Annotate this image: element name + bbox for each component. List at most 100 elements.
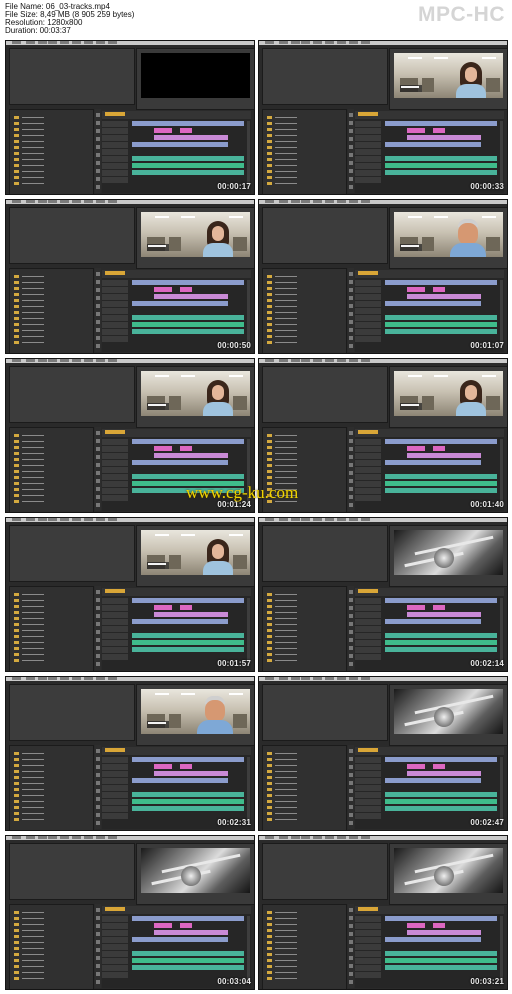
tool-icon[interactable] bbox=[349, 932, 353, 936]
tool-icon[interactable] bbox=[349, 312, 353, 316]
track-header[interactable] bbox=[102, 287, 128, 293]
menu-item[interactable] bbox=[84, 359, 93, 362]
menu-item[interactable] bbox=[361, 41, 370, 44]
project-item[interactable] bbox=[14, 923, 84, 926]
menu-item[interactable] bbox=[84, 677, 93, 680]
track-header[interactable] bbox=[102, 626, 128, 632]
timeline-scrollbar[interactable] bbox=[500, 121, 503, 187]
project-item[interactable] bbox=[267, 923, 337, 926]
tool-icon[interactable] bbox=[96, 765, 100, 769]
track-header[interactable] bbox=[102, 170, 128, 176]
project-item[interactable] bbox=[14, 128, 84, 131]
timeline-scrollbar[interactable] bbox=[500, 598, 503, 664]
graphics-clip[interactable] bbox=[154, 453, 228, 458]
project-item[interactable] bbox=[14, 917, 84, 920]
project-item[interactable] bbox=[267, 800, 337, 803]
tool-icon[interactable] bbox=[349, 924, 353, 928]
tool-icon[interactable] bbox=[96, 749, 100, 753]
menu-item[interactable] bbox=[26, 200, 35, 203]
video-clip[interactable] bbox=[132, 301, 228, 306]
track-header[interactable] bbox=[355, 619, 381, 625]
project-item[interactable] bbox=[14, 935, 84, 938]
track-header[interactable] bbox=[102, 598, 128, 604]
tool-icon[interactable] bbox=[96, 336, 100, 340]
video-clip[interactable] bbox=[132, 778, 228, 783]
track-header[interactable] bbox=[355, 930, 381, 936]
tool-icon[interactable] bbox=[96, 654, 100, 658]
project-item[interactable] bbox=[267, 605, 337, 608]
track-header[interactable] bbox=[102, 764, 128, 770]
menu-item[interactable] bbox=[265, 41, 274, 44]
project-item[interactable] bbox=[14, 629, 84, 632]
timeline-ruler[interactable] bbox=[102, 588, 251, 596]
track-header[interactable] bbox=[102, 757, 128, 763]
menu-item[interactable] bbox=[325, 518, 334, 521]
title-clip[interactable] bbox=[407, 128, 425, 133]
project-item[interactable] bbox=[267, 812, 337, 815]
graphics-clip[interactable] bbox=[154, 294, 228, 299]
video-clip[interactable] bbox=[385, 757, 497, 762]
video-thumbnail[interactable]: 00:03:04 bbox=[5, 835, 255, 990]
video-clip[interactable] bbox=[132, 460, 228, 465]
tool-icon[interactable] bbox=[96, 296, 100, 300]
tool-icon[interactable] bbox=[349, 129, 353, 133]
timeline-ruler[interactable] bbox=[355, 747, 504, 755]
audio-clip[interactable] bbox=[385, 799, 497, 804]
menu-item[interactable] bbox=[96, 677, 105, 680]
project-item[interactable] bbox=[267, 659, 337, 662]
timeline-ruler[interactable] bbox=[355, 588, 504, 596]
project-item[interactable] bbox=[267, 617, 337, 620]
tool-icon[interactable] bbox=[96, 646, 100, 650]
track-header[interactable] bbox=[355, 605, 381, 611]
tool-icon[interactable] bbox=[96, 288, 100, 292]
track-header[interactable] bbox=[355, 280, 381, 286]
tool-icon[interactable] bbox=[349, 757, 353, 761]
track-header[interactable] bbox=[355, 633, 381, 639]
menu-item[interactable] bbox=[26, 359, 35, 362]
track-header[interactable] bbox=[355, 294, 381, 300]
track-header[interactable] bbox=[102, 142, 128, 148]
menu-item[interactable] bbox=[96, 41, 105, 44]
menu-item[interactable] bbox=[279, 200, 288, 203]
graphics-clip[interactable] bbox=[154, 930, 228, 935]
menu-item[interactable] bbox=[301, 359, 310, 362]
tool-icon[interactable] bbox=[96, 495, 100, 499]
tool-icon[interactable] bbox=[349, 940, 353, 944]
tool-icon[interactable] bbox=[96, 161, 100, 165]
tool-icon[interactable] bbox=[349, 654, 353, 658]
project-item[interactable] bbox=[267, 440, 337, 443]
tool-icon[interactable] bbox=[96, 320, 100, 324]
project-item[interactable] bbox=[267, 164, 337, 167]
track-header[interactable] bbox=[102, 654, 128, 660]
graphics-clip[interactable] bbox=[154, 612, 228, 617]
menu-item[interactable] bbox=[108, 677, 117, 680]
project-item[interactable] bbox=[14, 311, 84, 314]
track-header[interactable] bbox=[102, 778, 128, 784]
project-item[interactable] bbox=[267, 770, 337, 773]
menu-item[interactable] bbox=[361, 359, 370, 362]
track-header[interactable] bbox=[102, 474, 128, 480]
tool-icon[interactable] bbox=[96, 431, 100, 435]
project-item[interactable] bbox=[267, 977, 337, 980]
menu-item[interactable] bbox=[38, 359, 47, 362]
tool-icon[interactable] bbox=[96, 471, 100, 475]
tool-icon[interactable] bbox=[96, 344, 100, 348]
project-item[interactable] bbox=[14, 464, 84, 467]
track-header[interactable] bbox=[355, 156, 381, 162]
track-header[interactable] bbox=[355, 654, 381, 660]
tool-icon[interactable] bbox=[96, 153, 100, 157]
project-item[interactable] bbox=[267, 911, 337, 914]
project-item[interactable] bbox=[14, 659, 84, 662]
project-item[interactable] bbox=[14, 911, 84, 914]
menu-item[interactable] bbox=[279, 836, 288, 839]
project-item[interactable] bbox=[267, 311, 337, 314]
track-header[interactable] bbox=[102, 930, 128, 936]
menu-item[interactable] bbox=[72, 200, 81, 203]
project-item[interactable] bbox=[267, 965, 337, 968]
track-header[interactable] bbox=[102, 799, 128, 805]
project-item[interactable] bbox=[14, 977, 84, 980]
video-clip[interactable] bbox=[385, 937, 481, 942]
tool-icon[interactable] bbox=[96, 789, 100, 793]
project-item[interactable] bbox=[267, 323, 337, 326]
video-thumbnail[interactable]: 00:02:31 bbox=[5, 676, 255, 831]
